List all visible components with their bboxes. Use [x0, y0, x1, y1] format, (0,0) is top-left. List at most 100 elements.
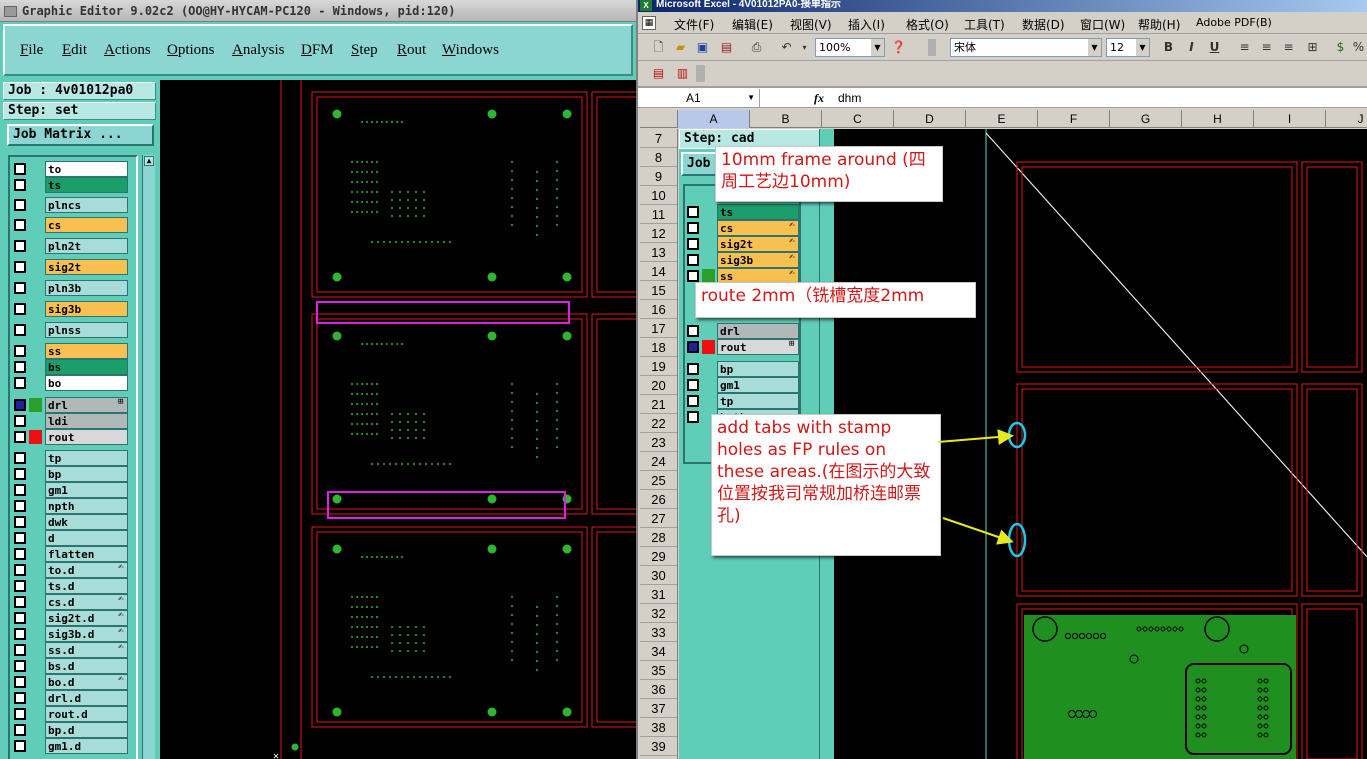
layer-checkbox[interactable] [14, 261, 26, 273]
row-header-22[interactable]: 22 [640, 414, 677, 433]
insert-function-icon[interactable]: fx [814, 89, 824, 107]
column-header-H[interactable]: H [1182, 110, 1254, 128]
row-header-28[interactable]: 28 [640, 528, 677, 547]
layer-name[interactable]: npth [45, 498, 128, 514]
row-header-35[interactable]: 35 [640, 661, 677, 680]
layer-row-sig2t-d[interactable]: sig2t.d ✍ [12, 610, 138, 626]
layer-row-sig3b[interactable]: sig3b [12, 301, 138, 317]
row-header-39[interactable]: 39 [640, 737, 677, 756]
layer-name[interactable]: cs.d [45, 594, 128, 610]
merge-center-icon[interactable]: ⊞ [1304, 39, 1321, 56]
layer-checkbox[interactable] [14, 179, 26, 191]
row-header-36[interactable]: 36 [640, 680, 677, 699]
layer-row-plncs[interactable]: plncs [12, 197, 138, 213]
layer-name[interactable]: pln3b [45, 280, 128, 296]
menu-analysis[interactable]: Analysis [232, 42, 285, 59]
row-header-16[interactable]: 16 [640, 300, 677, 319]
layer-checkbox[interactable] [14, 399, 26, 411]
row-header-32[interactable]: 32 [640, 604, 677, 623]
undo-dropdown-icon[interactable]: ▾ [796, 39, 813, 56]
zoom-combo[interactable]: 100% ▼ [815, 38, 885, 57]
column-header-I[interactable]: I [1254, 110, 1326, 128]
layer-row-plnss[interactable]: plnss [12, 322, 138, 338]
menu-actions[interactable]: Actions [104, 42, 151, 59]
help-icon[interactable]: ❓ [890, 39, 907, 56]
layer-row-flatten[interactable]: flatten [12, 546, 138, 562]
xl-menu-help[interactable]: 帮助(H) [1138, 16, 1180, 33]
new-icon[interactable]: 🗋 [650, 39, 667, 56]
layer-checkbox[interactable] [14, 564, 26, 576]
menu-dfm[interactable]: DFM [301, 42, 334, 59]
bold-icon[interactable]: B [1160, 39, 1177, 56]
xl-menu-data[interactable]: 数据(D) [1022, 16, 1065, 33]
layer-name[interactable]: ts.d [45, 578, 128, 594]
layer-name[interactable]: sig3b.d [45, 626, 128, 642]
align-left-icon[interactable]: ≡ [1236, 39, 1253, 56]
window-menu-icon[interactable] [4, 6, 17, 17]
font-name-combo[interactable]: 宋体 ▼ [950, 38, 1102, 57]
row-header-12[interactable]: 12 [640, 224, 677, 243]
xl-menu-insert[interactable]: 插入(I) [848, 16, 885, 33]
scroll-up-arrow-icon[interactable]: ▲ [144, 156, 154, 166]
layer-checkbox[interactable] [14, 468, 26, 480]
layer-name[interactable]: plnss [45, 322, 128, 338]
menu-file[interactable]: File [20, 42, 43, 59]
row-header-17[interactable]: 17 [640, 319, 677, 338]
row-header-21[interactable]: 21 [640, 395, 677, 414]
row-header-34[interactable]: 34 [640, 642, 677, 661]
layer-checkbox[interactable] [14, 708, 26, 720]
row-header-10[interactable]: 10 [640, 186, 677, 205]
layer-name[interactable]: gm1.d [45, 738, 128, 754]
layer-name[interactable]: dwk [45, 514, 128, 530]
column-header-J[interactable]: J [1326, 110, 1367, 128]
layer-checkbox[interactable] [14, 612, 26, 624]
layer-name[interactable]: rout [45, 429, 128, 445]
layer-row-sig2t[interactable]: sig2t [12, 259, 138, 275]
print-icon[interactable]: ⎙ [748, 39, 765, 56]
pdf-toolbar-options-icon[interactable] [696, 65, 705, 82]
layer-row-cs-d[interactable]: cs.d ✍ [12, 594, 138, 610]
currency-icon[interactable]: $ [1332, 39, 1349, 56]
layer-row-drl-d[interactable]: drl.d [12, 690, 138, 706]
column-header-C[interactable]: C [822, 110, 894, 128]
layer-row-npth[interactable]: npth [12, 498, 138, 514]
layer-row-ss[interactable]: ss [12, 343, 138, 359]
layer-checkbox[interactable] [14, 596, 26, 608]
layer-row-rout-d[interactable]: rout.d [12, 706, 138, 722]
layer-name[interactable]: rout.d [45, 706, 128, 722]
layer-checkbox[interactable] [14, 740, 26, 752]
layer-row-dwk[interactable]: dwk [12, 514, 138, 530]
layer-row-ts-d[interactable]: ts.d [12, 578, 138, 594]
row-header-13[interactable]: 13 [640, 243, 677, 262]
open-icon[interactable]: ▰ [672, 39, 689, 56]
percent-icon[interactable]: % [1350, 39, 1367, 56]
layer-checkbox[interactable] [14, 219, 26, 231]
layer-checkbox[interactable] [14, 199, 26, 211]
excel-titlebar[interactable]: X Microsoft Excel - 4V01012PA0-接单指示 [638, 0, 1367, 12]
row-header-26[interactable]: 26 [640, 490, 677, 509]
layer-row-bp[interactable]: bp [12, 466, 138, 482]
align-right-icon[interactable]: ≡ [1280, 39, 1297, 56]
xl-menu-adobe-pdf[interactable]: Adobe PDF(B) [1196, 16, 1272, 29]
layer-name[interactable]: d [45, 530, 128, 546]
layer-checkbox[interactable] [14, 692, 26, 704]
layer-checkbox[interactable] [14, 282, 26, 294]
layer-checkbox[interactable] [14, 431, 26, 443]
column-header-B[interactable]: B [750, 110, 822, 128]
layer-row-rout[interactable]: rout [12, 429, 138, 445]
layer-name[interactable]: bs [45, 359, 128, 375]
layer-name[interactable]: tp [45, 450, 128, 466]
xl-menu-tools[interactable]: 工具(T) [964, 16, 1005, 33]
row-header-7[interactable]: 7 [640, 129, 677, 148]
menu-step[interactable]: Step [351, 42, 378, 59]
layer-name[interactable]: to [45, 161, 128, 177]
row-header-33[interactable]: 33 [640, 623, 677, 642]
toolbar-options-icon[interactable] [928, 39, 936, 56]
layer-name[interactable]: bs.d [45, 658, 128, 674]
layer-row-drl[interactable]: drl ⊞ [12, 397, 138, 413]
layer-name[interactable]: drl.d [45, 690, 128, 706]
row-header-15[interactable]: 15 [640, 281, 677, 300]
layer-row-ldi[interactable]: ldi [12, 413, 138, 429]
xl-menu-edit[interactable]: 编辑(E) [732, 16, 773, 33]
row-header-20[interactable]: 20 [640, 376, 677, 395]
